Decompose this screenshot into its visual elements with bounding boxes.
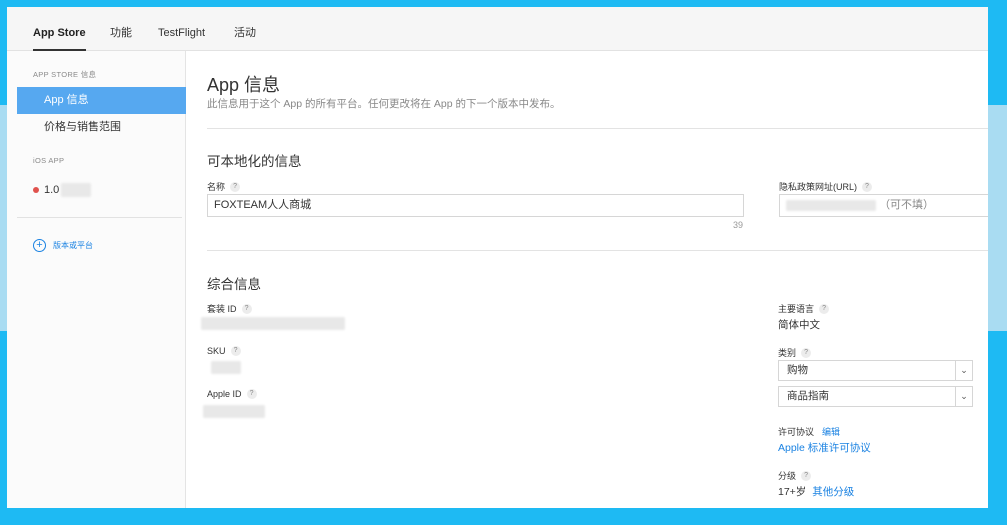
redacted-bundle-id — [201, 317, 345, 330]
rating-label: 分级 ? — [778, 469, 812, 482]
redacted-apple-id — [203, 405, 265, 418]
tab-features[interactable]: 功能 — [110, 7, 132, 51]
localizable-section-title: 可本地化的信息 — [207, 154, 302, 169]
category-label-text: 类别 — [778, 348, 797, 358]
tab-app-store[interactable]: App Store — [33, 7, 86, 51]
app-window: App Store 功能 TestFlight 活动 APP STORE 信息 … — [7, 7, 988, 508]
help-icon[interactable]: ? — [241, 303, 252, 314]
plus-circle-icon: + — [33, 238, 46, 252]
privacy-url-input[interactable]: （可不填） — [779, 194, 988, 217]
privacy-url-placeholder: （可不填） — [879, 199, 935, 211]
name-label: 名称 ? — [207, 180, 241, 193]
sidebar-item-pricing[interactable]: 价格与销售范围 — [17, 114, 186, 141]
main-content: App 信息 此信息用于这个 App 的所有平台。任何更改将在 App 的下一个… — [187, 51, 988, 508]
top-tab-bar: App Store 功能 TestFlight 活动 — [7, 7, 988, 51]
sidebar-section-ios: iOS APP — [33, 156, 65, 165]
add-platform-label: 版本或平台 — [53, 240, 93, 250]
license-label-text: 许可协议 — [778, 427, 815, 437]
rating-value: 17+岁 — [778, 486, 807, 498]
sidebar-item-version[interactable]: 1.0 — [33, 181, 92, 199]
category-secondary-select[interactable]: 商品指南 ⌄ — [778, 386, 973, 407]
primary-language-label: 主要语言 ? — [778, 302, 830, 315]
page-title: App 信息 — [207, 75, 281, 95]
other-ratings-link[interactable]: 其他分级 — [812, 486, 854, 498]
sidebar: APP STORE 信息 App 信息 价格与销售范围 iOS APP 1.0 … — [7, 51, 186, 508]
apple-id-label-text: Apple ID — [207, 389, 242, 399]
sidebar-divider — [17, 217, 182, 218]
redacted-sku — [211, 361, 241, 374]
primary-language-label-text: 主要语言 — [778, 304, 815, 314]
tab-testflight[interactable]: TestFlight — [158, 7, 205, 51]
page-subtitle: 此信息用于这个 App 的所有平台。任何更改将在 App 的下一个版本中发布。 — [207, 98, 561, 110]
sidebar-item-app-info[interactable]: App 信息 — [17, 87, 186, 114]
help-icon[interactable]: ? — [230, 346, 241, 356]
name-input[interactable]: FOXTEAM人人商城 — [207, 194, 744, 217]
tab-activity[interactable]: 活动 — [234, 7, 256, 51]
category-primary-value: 购物 — [787, 364, 808, 376]
sku-label-text: SKU — [207, 346, 226, 356]
rating-label-text: 分级 — [778, 471, 797, 481]
help-icon[interactable]: ? — [801, 347, 812, 358]
sku-label: SKU ? — [207, 346, 241, 356]
privacy-url-label: 隐私政策网址(URL) ? — [779, 180, 872, 193]
help-icon[interactable]: ? — [246, 389, 257, 399]
general-section-title: 综合信息 — [207, 277, 261, 292]
license-agreement-link[interactable]: Apple 标准许可协议 — [778, 440, 871, 455]
name-char-count: 39 — [733, 220, 744, 230]
help-icon[interactable]: ? — [230, 181, 241, 192]
privacy-url-label-text: 隐私政策网址(URL) — [779, 182, 857, 192]
add-platform-button[interactable]: + 版本或平台 — [33, 237, 93, 253]
rating-row: 17+岁 其他分级 — [778, 484, 854, 499]
help-icon[interactable]: ? — [819, 303, 830, 314]
chevron-down-icon: ⌄ — [955, 387, 972, 406]
bundle-id-label: 套装 ID ? — [207, 302, 252, 315]
redacted-app-name — [61, 183, 92, 197]
help-icon[interactable]: ? — [862, 181, 872, 192]
name-label-text: 名称 — [207, 182, 226, 192]
version-label: 1.0 — [44, 184, 60, 196]
sidebar-section-appstore: APP STORE 信息 — [33, 70, 97, 79]
primary-language-value: 简体中文 — [778, 319, 820, 331]
category-primary-select[interactable]: 购物 ⌄ — [778, 360, 973, 381]
divider — [207, 250, 988, 251]
bundle-id-label-text: 套装 ID — [207, 304, 237, 314]
status-dot-icon — [33, 187, 39, 193]
category-label: 类别 ? — [778, 346, 812, 359]
license-edit-link[interactable]: 编辑 — [822, 425, 840, 438]
divider — [207, 128, 988, 129]
category-secondary-value: 商品指南 — [787, 390, 829, 402]
help-icon[interactable]: ? — [801, 470, 812, 481]
chevron-down-icon: ⌄ — [955, 361, 972, 380]
apple-id-label: Apple ID ? — [207, 389, 257, 399]
license-label: 许可协议 编辑 — [778, 425, 840, 438]
redacted-url — [786, 199, 876, 211]
